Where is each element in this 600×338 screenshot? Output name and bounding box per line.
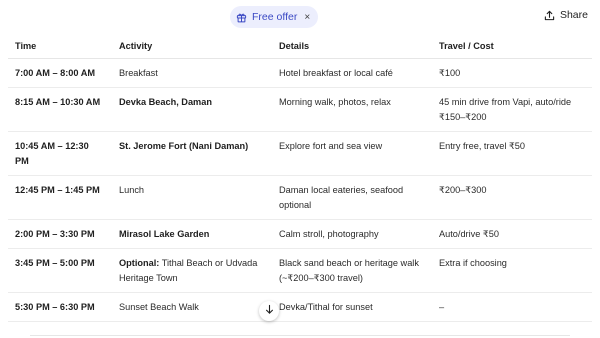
share-icon <box>544 10 555 21</box>
activity-bold: St. Jerome Fort (Nani Daman) <box>119 141 249 151</box>
close-icon[interactable]: × <box>304 12 310 23</box>
cell-activity: Lunch <box>112 175 272 220</box>
free-offer-pill[interactable]: Free offer × <box>230 6 319 28</box>
cell-activity: Devka Beach, Daman <box>112 87 272 132</box>
activity-text: Lunch <box>119 185 145 195</box>
activity-bold: Optional: <box>119 258 160 268</box>
cell-travel-cost: Extra if choosing <box>432 248 592 293</box>
cell-details: Devka/Tithal for sunset <box>272 292 432 322</box>
activity-text: Breakfast <box>119 68 158 78</box>
cell-time: 8:15 AM – 10:30 AM <box>8 87 112 132</box>
cell-travel-cost: – <box>432 292 592 322</box>
cell-details: Calm stroll, photography <box>272 219 432 249</box>
cell-details: Daman local eateries, seafood optional <box>272 175 432 220</box>
column-header-time: Time <box>8 36 112 59</box>
free-offer-label: Free offer <box>252 11 298 23</box>
table-row: 8:15 AM – 10:30 AM Devka Beach, Daman Mo… <box>8 87 592 132</box>
cell-travel-cost: 45 min drive from Vapi, auto/ride ₹150–₹… <box>432 87 592 132</box>
share-button[interactable]: Share <box>544 9 588 21</box>
cell-travel-cost: ₹100 <box>432 58 592 88</box>
table-row: 2:00 PM – 3:30 PM Mirasol Lake Garden Ca… <box>8 219 592 249</box>
top-bar: Free offer × Share <box>0 0 600 34</box>
itinerary-table: Time Activity Details Travel / Cost 7:00… <box>8 36 592 322</box>
divider <box>30 335 570 336</box>
cell-time: 3:45 PM – 5:00 PM <box>8 248 112 293</box>
table-row: 10:45 AM – 12:30 PM St. Jerome Fort (Nan… <box>8 131 592 176</box>
cell-details: Explore fort and sea view <box>272 131 432 176</box>
cell-details: Morning walk, photos, relax <box>272 87 432 132</box>
cell-travel-cost: Entry free, travel ₹50 <box>432 131 592 176</box>
column-header-travel-cost: Travel / Cost <box>432 36 592 59</box>
share-label: Share <box>559 9 588 21</box>
cell-activity: Breakfast <box>112 58 272 88</box>
cell-time: 12:45 PM – 1:45 PM <box>8 175 112 220</box>
cell-activity: St. Jerome Fort (Nani Daman) <box>112 131 272 176</box>
cell-time: 2:00 PM – 3:30 PM <box>8 219 112 249</box>
gift-icon <box>236 12 247 23</box>
cell-activity: Sunset Beach Walk <box>112 292 272 322</box>
activity-bold: Devka Beach, Daman <box>119 97 212 107</box>
activity-bold: Mirasol Lake Garden <box>119 229 210 239</box>
arrow-down-icon <box>264 302 275 320</box>
table-header-row: Time Activity Details Travel / Cost <box>8 36 592 59</box>
table-row: 5:30 PM – 6:30 PM Sunset Beach Walk Devk… <box>8 292 592 322</box>
column-header-activity: Activity <box>112 36 272 59</box>
table-row: 3:45 PM – 5:00 PM Optional: Tithal Beach… <box>8 248 592 293</box>
cell-travel-cost: Auto/drive ₹50 <box>432 219 592 249</box>
scroll-down-button[interactable] <box>259 301 279 321</box>
cell-time: 7:00 AM – 8:00 AM <box>8 58 112 88</box>
column-header-details: Details <box>272 36 432 59</box>
cell-activity: Optional: Tithal Beach or Udvada Heritag… <box>112 248 272 293</box>
cell-travel-cost: ₹200–₹300 <box>432 175 592 220</box>
cell-details: Hotel breakfast or local café <box>272 58 432 88</box>
table-row: 12:45 PM – 1:45 PM Lunch Daman local eat… <box>8 175 592 220</box>
cell-activity: Mirasol Lake Garden <box>112 219 272 249</box>
activity-text: Sunset Beach Walk <box>119 302 199 312</box>
cell-time: 5:30 PM – 6:30 PM <box>8 292 112 322</box>
table-row: 7:00 AM – 8:00 AM Breakfast Hotel breakf… <box>8 58 592 88</box>
cell-time: 10:45 AM – 12:30 PM <box>8 131 112 176</box>
cell-details: Black sand beach or heritage walk (~₹200… <box>272 248 432 293</box>
